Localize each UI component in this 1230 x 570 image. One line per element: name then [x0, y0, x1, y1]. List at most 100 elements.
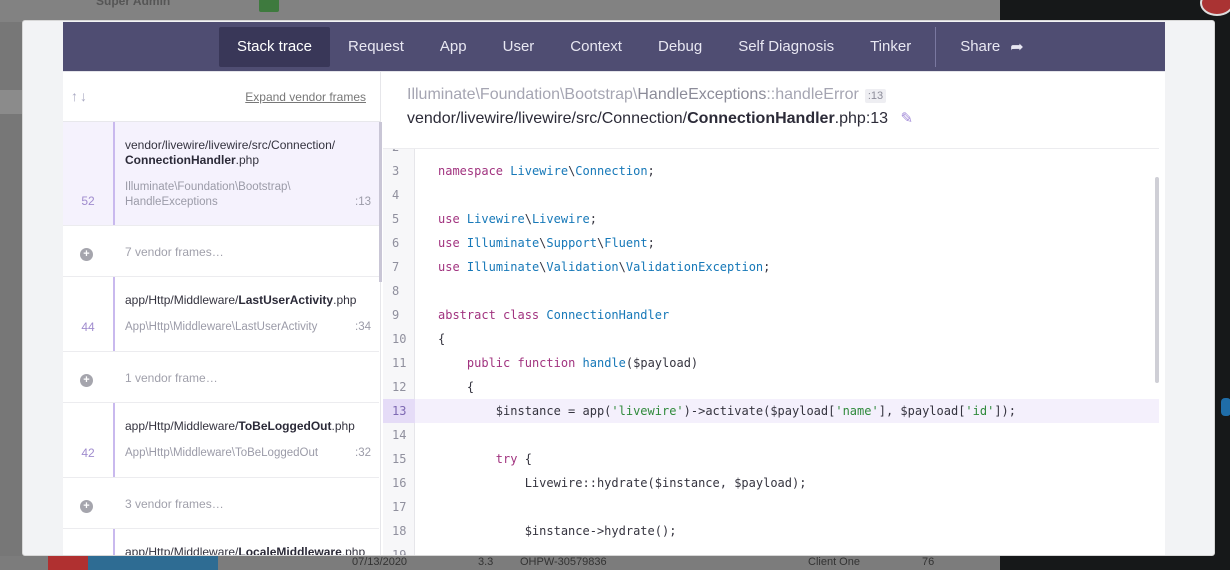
- frame-number: 52: [81, 194, 95, 208]
- stack-frame[interactable]: app/Http/Middleware/LocaleMiddleware.php: [63, 529, 379, 556]
- code-line: 4: [383, 183, 1159, 207]
- frame-rule: [113, 529, 115, 555]
- line-number: 9: [392, 308, 400, 322]
- code-line: 16 Livewire::hydrate($instance, $payload…: [383, 471, 1159, 495]
- tab-debug[interactable]: Debug: [640, 27, 720, 67]
- background-chat-icon: [1221, 398, 1230, 416]
- code-scrollbar[interactable]: [1155, 177, 1159, 383]
- code-text: public function handle($payload): [466, 356, 699, 370]
- code-line: 5 use Livewire\Livewire;: [383, 207, 1159, 231]
- code-file-path: vendor/livewire/livewire/src/Connection/…: [407, 110, 914, 127]
- tab-app[interactable]: App: [422, 27, 485, 67]
- background-cell: 07/13/2020: [352, 556, 408, 568]
- code-text: abstract class ConnectionHandler: [438, 308, 670, 322]
- frame-class: Illuminate\Foundation\Bootstrap\ HandleE…: [125, 181, 291, 208]
- tab-tinker[interactable]: Tinker: [852, 27, 929, 67]
- line-number: 17: [392, 500, 407, 514]
- stack-frame[interactable]: 44 app/Http/Middleware/LastUserActivity.…: [63, 277, 379, 352]
- stack-trace-panel: ↑↓ Expand vendor frames 52 vendor/livewi…: [63, 71, 1165, 556]
- frame-line: :13: [355, 196, 371, 208]
- code-line: 9 abstract class ConnectionHandler: [383, 303, 1159, 327]
- share-button[interactable]: Share ➦: [942, 27, 1041, 67]
- expand-plus-icon: +: [80, 248, 93, 261]
- code-line: 17: [383, 495, 1159, 519]
- frame-line: :32: [355, 447, 371, 459]
- tab-stack-trace[interactable]: Stack trace: [219, 26, 331, 67]
- line-number: 10: [392, 332, 407, 346]
- line-number: 5: [392, 212, 400, 226]
- frame-file: app/Http/Middleware/LocaleMiddleware.php: [125, 545, 366, 556]
- background-cell: OHPW-30579836: [520, 556, 607, 568]
- background-cell: 3.3: [478, 556, 494, 568]
- expand-vendor-frames-link[interactable]: Expand vendor frames: [245, 90, 366, 104]
- vendor-frames-toggle[interactable]: + 1 vendor frame…: [63, 352, 379, 403]
- tab-request[interactable]: Request: [330, 27, 422, 67]
- line-number: 11: [392, 356, 407, 370]
- frame-file: app/Http/Middleware/ToBeLoggedOut.php: [125, 419, 355, 433]
- expand-plus-icon: +: [80, 500, 93, 513]
- code-line: 3 namespace Livewire\Connection;: [383, 159, 1159, 183]
- line-number: 13: [383, 399, 415, 423]
- code-line: 12 {: [383, 375, 1159, 399]
- tab-user[interactable]: User: [485, 27, 553, 67]
- frame-line: :34: [355, 321, 371, 333]
- code-line: 8: [383, 279, 1159, 303]
- stack-header: ↑↓ Expand vendor frames: [63, 72, 380, 122]
- background-left-strip: [0, 90, 22, 114]
- background-delete-button: [48, 556, 88, 570]
- code-text: {: [438, 380, 475, 394]
- code-text: {: [438, 332, 446, 346]
- code-text: Livewire::hydrate($instance, $payload);: [438, 476, 807, 490]
- background-action-buttons: [88, 556, 218, 570]
- line-number: 2: [383, 149, 415, 159]
- frame-file: vendor/livewire/livewire/src/Connection/…: [125, 138, 336, 167]
- vendor-frames-label: 7 vendor frames…: [125, 245, 224, 259]
- line-number: 12: [392, 380, 407, 394]
- code-line: 18 $instance->hydrate();: [383, 519, 1159, 543]
- nav-divider: [935, 26, 937, 67]
- stack-frame-list: ↑↓ Expand vendor frames 52 vendor/livewi…: [63, 72, 382, 556]
- line-badge: :13: [864, 89, 887, 103]
- error-modal: Stack trace Request App User Context Deb…: [22, 20, 1215, 556]
- stack-frame[interactable]: 52 vendor/livewire/livewire/src/Connecti…: [63, 122, 379, 226]
- sort-arrows-icon[interactable]: ↑↓: [71, 88, 89, 104]
- vendor-frames-toggle[interactable]: + 3 vendor frames…: [63, 478, 379, 529]
- frame-class: App\Http\Middleware\ToBeLoggedOut: [125, 447, 319, 459]
- code-line: 10 {: [383, 327, 1159, 351]
- line-number: 3: [392, 164, 400, 178]
- expand-plus-icon: +: [80, 374, 93, 387]
- background-topbar: Super Admin: [0, 0, 1000, 22]
- frame-rule: [113, 122, 115, 225]
- exception-class: Illuminate\Foundation\Bootstrap\HandleEx…: [407, 86, 913, 104]
- line-number: 19: [392, 548, 407, 556]
- tab-context[interactable]: Context: [552, 27, 640, 67]
- tab-self-diagnosis[interactable]: Self Diagnosis: [720, 27, 852, 67]
- code-text: $instance = app('livewire')->activate($p…: [438, 404, 1017, 418]
- frame-file: app/Http/Middleware/LastUserActivity.php: [125, 293, 357, 307]
- frame-rule: [113, 403, 115, 477]
- code-line: 7 use Illuminate\Validation\ValidationExc…: [383, 255, 1159, 279]
- frame-class: App\Http\Middleware\LastUserActivity: [125, 321, 318, 333]
- code-line: 14: [383, 423, 1159, 447]
- edit-pencil-icon[interactable]: ✎: [901, 110, 914, 127]
- vendor-frames-label: 1 vendor frame…: [125, 371, 218, 385]
- share-arrow-icon: ➦: [1010, 38, 1024, 56]
- line-number: 16: [392, 476, 407, 490]
- code-line: 6 use Illuminate\Support\Fluent;: [383, 231, 1159, 255]
- background-user-name: Super Admin: [96, 0, 171, 8]
- frame-number: 42: [81, 446, 95, 460]
- frame-rule: [113, 277, 115, 351]
- code-line: 15 try {: [383, 447, 1159, 471]
- code-line: 11 public function handle($payload): [383, 351, 1159, 375]
- line-number: 6: [392, 236, 400, 250]
- line-number: 4: [392, 188, 400, 202]
- line-number: 8: [392, 284, 400, 298]
- stack-frame[interactable]: 42 app/Http/Middleware/ToBeLoggedOut.php…: [63, 403, 379, 478]
- code-text: try {: [495, 452, 532, 466]
- stack-scrollbar[interactable]: [379, 122, 382, 282]
- background-cell: Client One: [808, 556, 860, 568]
- code-line: 13 $instance = app('livewire')->activate…: [383, 399, 1159, 423]
- share-label: Share: [960, 38, 1001, 55]
- vendor-frames-toggle[interactable]: + 7 vendor frames…: [63, 226, 379, 277]
- code-viewer: 2 3 namespace Livewire\Connection; 4 5 use Li…: [383, 148, 1159, 556]
